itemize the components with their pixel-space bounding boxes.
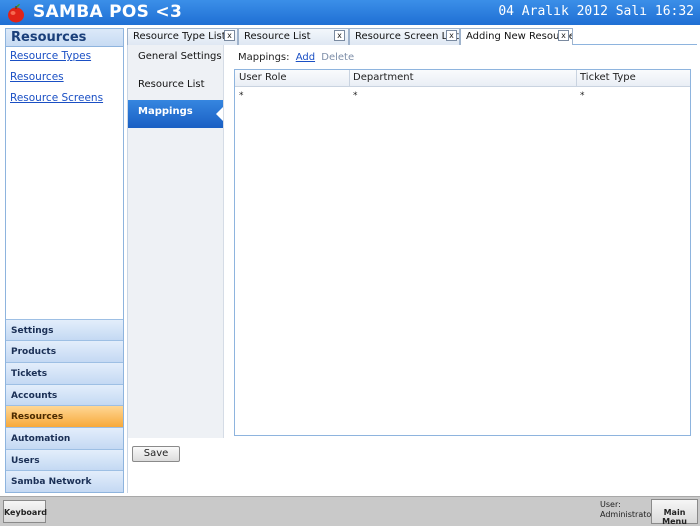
mappings-label: Mappings:	[238, 52, 290, 63]
cell-user-role[interactable]: *	[239, 91, 244, 101]
section-list: Settings Products Tickets Accounts Resou…	[6, 318, 123, 492]
user-name: Administrator	[600, 510, 655, 519]
section-resources[interactable]: Resources	[6, 405, 123, 427]
tab-resource-screen-list[interactable]: Resource Screen List	[349, 28, 460, 45]
title-bar: SAMBA POS <3 04 Aralık 2012 Salı 16:32	[0, 0, 700, 25]
column-header-user-role[interactable]: User Role	[239, 72, 287, 83]
nav-link-resource-types[interactable]: Resource Types	[10, 50, 123, 71]
section-automation[interactable]: Automation	[6, 426, 123, 449]
nav-links: Resource Types Resources Resource Screen…	[6, 47, 123, 113]
delete-mapping-link[interactable]: Delete	[321, 52, 354, 63]
close-icon[interactable]: x	[558, 30, 569, 41]
document-tab-bar: Resource Type List x Resource List x Res…	[127, 28, 697, 46]
close-icon[interactable]: x	[224, 30, 235, 41]
datetime: 04 Aralık 2012 Salı 16:32	[498, 4, 694, 19]
section-settings[interactable]: Settings	[6, 318, 123, 341]
tab-label: Resource Type List	[133, 31, 226, 42]
column-divider[interactable]	[349, 70, 350, 87]
mappings-grid[interactable]: User Role Department Ticket Type * * *	[234, 69, 691, 436]
sidetab-resource-list[interactable]: Resource List	[128, 73, 223, 101]
tab-label: Adding New Resource	[466, 31, 573, 42]
save-button[interactable]: Save	[132, 446, 180, 462]
column-header-ticket-type[interactable]: Ticket Type	[580, 72, 636, 83]
content-area: General Settings Resource List Mappings …	[127, 45, 697, 493]
sidetab-mappings[interactable]: Mappings	[128, 100, 223, 128]
section-products[interactable]: Products	[6, 340, 123, 362]
tab-label: Resource List	[244, 31, 311, 42]
close-icon[interactable]: x	[446, 30, 457, 41]
user-label: User:	[600, 500, 621, 509]
status-bar: Keyboard User: Administrator Main Menu	[0, 496, 700, 526]
grid-header: User Role Department Ticket Type	[235, 70, 690, 87]
sidetab-general-settings[interactable]: General Settings	[128, 45, 223, 73]
close-icon[interactable]: x	[334, 30, 345, 41]
table-row[interactable]: * * *	[235, 91, 690, 103]
app-title: SAMBA POS <3	[33, 2, 183, 22]
apple-logo-icon	[8, 4, 24, 23]
editor-side-tabs: General Settings Resource List Mappings	[128, 45, 224, 438]
mappings-toolbar: Mappings: Add Delete	[238, 52, 354, 63]
main-menu-button[interactable]: Main Menu	[651, 499, 698, 526]
left-navigation: Resources Resource Types Resources Resou…	[5, 28, 124, 493]
section-accounts[interactable]: Accounts	[6, 383, 123, 406]
add-mapping-link[interactable]: Add	[296, 52, 315, 63]
section-tickets[interactable]: Tickets	[6, 361, 123, 384]
column-divider[interactable]	[576, 70, 577, 87]
nav-link-resources[interactable]: Resources	[10, 71, 123, 92]
nav-link-resource-screens[interactable]: Resource Screens	[10, 92, 123, 113]
section-samba-network[interactable]: Samba Network	[6, 470, 123, 492]
keyboard-button[interactable]: Keyboard	[3, 500, 47, 523]
cell-department[interactable]: *	[353, 91, 358, 101]
cell-ticket-type[interactable]: *	[580, 91, 585, 101]
tab-label: Resource Screen List	[355, 31, 460, 42]
nav-header: Resources	[6, 29, 123, 47]
tab-resource-type-list[interactable]: Resource Type List	[127, 28, 238, 45]
column-header-department[interactable]: Department	[353, 72, 414, 83]
section-users[interactable]: Users	[6, 448, 123, 471]
tab-resource-list[interactable]: Resource List	[238, 28, 349, 45]
user-info: User: Administrator	[600, 500, 655, 520]
tab-adding-new-resource[interactable]: Adding New Resource	[460, 28, 573, 46]
